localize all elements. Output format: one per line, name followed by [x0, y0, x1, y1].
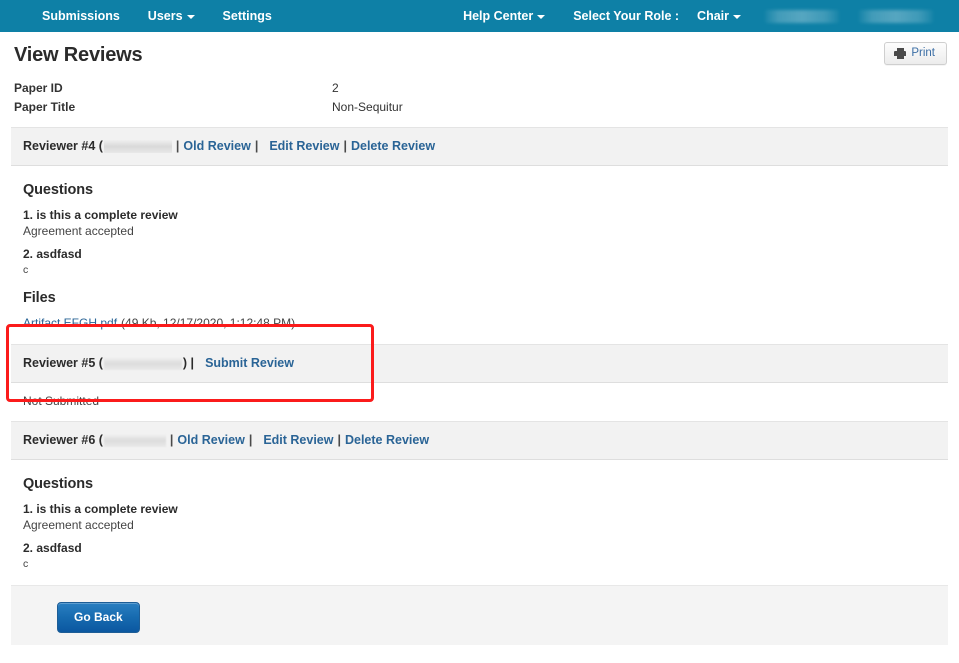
separator: | [343, 139, 347, 153]
meta-row-paper-title: Paper Title Non-Sequitur [14, 98, 945, 117]
meta-row-paper-id: Paper ID 2 [14, 79, 945, 98]
redacted-reviewer-6-name [103, 433, 166, 447]
reviewer-4-file-link[interactable]: Artifact EFGH.pdf [23, 316, 117, 330]
reviewer-4-edit-review-link[interactable]: Edit Review [268, 138, 340, 154]
redacted-reviewer-4-name [103, 139, 172, 153]
printer-icon [894, 47, 907, 59]
reviewer-5-header: Reviewer #5 ( ) | Submit Review [11, 344, 948, 383]
top-navbar: Submissions Users Settings Help Center S… [0, 0, 959, 32]
reviewer-6-questions-heading: Questions [23, 476, 93, 492]
nav-item-users[interactable]: Users [134, 0, 209, 32]
reviewer-6-question-1: 1. is this a complete review [23, 502, 178, 516]
reviewer-4-title: Reviewer #4 ( [23, 139, 103, 153]
page-title: View Reviews [14, 44, 143, 66]
reviewer-6-header: Reviewer #6 (| Old Review | Edit Review | Del… [11, 421, 948, 460]
redacted-navbar-item-1[interactable] [765, 9, 839, 23]
reviewer-4-file-row: Artifact EFGH.pdf (49 Kb, 12/17/2020, 1:1… [23, 315, 936, 332]
reviewers-list: Reviewer #4 (| Old Review | Edit Review | Del… [0, 127, 959, 584]
chevron-down-icon [186, 14, 195, 19]
reviewer-6-edit-review-link[interactable]: Edit Review [262, 432, 334, 448]
reviewer-5-title-close: ) | [182, 356, 195, 370]
reviewer-4-old-review-link[interactable]: Old Review [182, 138, 251, 154]
navbar-left-group: Submissions Users Settings [28, 0, 286, 32]
reviewer-5-panel: Reviewer #5 ( ) | Submit Review Not Submit… [11, 344, 948, 421]
reviewer-4-header: Reviewer #4 (| Old Review | Edit Review | Del… [11, 127, 948, 166]
separator: | [337, 433, 341, 447]
separator: | [169, 433, 174, 447]
nav-item-help-center-label: Help Center [463, 9, 534, 23]
print-button[interactable]: Print [884, 42, 947, 65]
nav-item-submissions[interactable]: Submissions [28, 0, 134, 32]
reviewer-5-title: Reviewer #5 ( [23, 356, 103, 370]
go-back-button[interactable]: Go Back [57, 602, 140, 633]
nav-item-submissions-label: Submissions [42, 9, 120, 23]
nav-item-help-center[interactable]: Help Center [449, 0, 559, 32]
nav-item-role-chair[interactable]: Chair [683, 0, 755, 32]
reviewer-4-delete-review-link[interactable]: Delete Review [350, 138, 436, 154]
nav-item-role-chair-label: Chair [697, 9, 729, 23]
page-header: View Reviews Print [0, 32, 959, 67]
reviewer-5-status: Not Submitted [11, 383, 948, 421]
chevron-down-icon [733, 14, 741, 19]
reviewer-6-title: Reviewer #6 ( [23, 433, 103, 447]
nav-item-users-label: Users [147, 9, 183, 23]
paper-title-value: Non-Sequitur [332, 100, 403, 114]
reviewer-4-file-meta: (49 Kb, 12/17/2020, 1:12:48 PM) [121, 316, 296, 330]
redacted-reviewer-5-name [103, 356, 182, 370]
reviewer-6-panel: Reviewer #6 (| Old Review | Edit Review | Del… [11, 421, 948, 584]
reviewer-6-answer-1: Agreement accepted [23, 518, 134, 532]
separator: | [248, 433, 253, 447]
nav-item-settings[interactable]: Settings [209, 0, 286, 32]
redacted-navbar-item-2[interactable] [859, 9, 933, 23]
reviewer-6-delete-review-link[interactable]: Delete Review [344, 432, 430, 448]
paper-id-value: 2 [332, 81, 339, 95]
reviewer-4-files-heading: Files [23, 290, 56, 306]
reviewer-6-question-2: 2. asdfasd [23, 541, 82, 555]
print-button-label: Print [911, 47, 935, 59]
select-your-role-label: Select Your Role : [573, 9, 680, 23]
reviewer-4-questions-heading: Questions [23, 182, 93, 198]
navbar-right-group: Help Center Select Your Role : Chair [449, 0, 943, 32]
separator: | [175, 139, 180, 153]
reviewer-5-submit-review-link[interactable]: Submit Review [204, 355, 295, 371]
paper-title-label: Paper Title [14, 100, 76, 114]
paper-meta: Paper ID 2 Paper Title Non-Sequitur [0, 79, 959, 117]
reviewer-4-question-1: 1. is this a complete review [23, 208, 178, 222]
reviewer-4-answer-1: Agreement accepted [23, 224, 134, 238]
reviewer-4-question-2: 2. asdfasd [23, 247, 82, 261]
reviewer-4-answer-2: c [23, 264, 29, 276]
reviewer-4-body: Questions 1. is this a complete review A… [11, 166, 948, 344]
chevron-down-icon [537, 14, 546, 19]
reviewer-6-body: Questions 1. is this a complete review A… [11, 460, 948, 584]
reviewer-6-answer-2: c [23, 558, 29, 570]
reviewer-6-old-review-link[interactable]: Old Review [176, 432, 245, 448]
footer-bar: Go Back [11, 585, 948, 645]
separator: | [254, 139, 259, 153]
paper-id-label: Paper ID [14, 81, 63, 95]
nav-item-settings-label: Settings [222, 9, 272, 23]
reviewer-4-panel: Reviewer #4 (| Old Review | Edit Review | Del… [11, 127, 948, 344]
